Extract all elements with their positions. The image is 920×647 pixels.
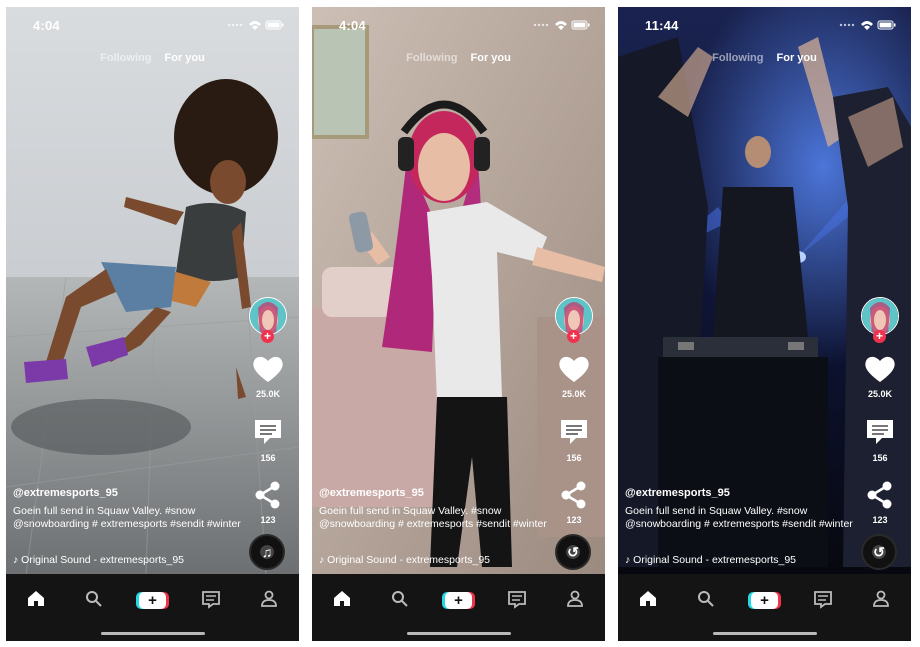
search-icon[interactable] bbox=[81, 586, 107, 612]
comment-count: 156 bbox=[260, 453, 276, 463]
bottom-tab-bar: + bbox=[6, 574, 299, 641]
status-bar: 4:04 bbox=[6, 7, 299, 43]
status-bar: 11:44 bbox=[618, 7, 911, 43]
music-note-icon: ♪ bbox=[319, 554, 325, 566]
comment-icon bbox=[255, 420, 281, 444]
comment-count: 156 bbox=[566, 453, 582, 463]
music-note-icon: ♪ bbox=[13, 554, 19, 566]
comment-icon bbox=[867, 420, 893, 444]
like-count: 25.0K bbox=[561, 389, 587, 399]
share-icon bbox=[561, 481, 586, 509]
like-button[interactable]: 25.0K bbox=[247, 355, 289, 399]
like-button[interactable]: 25.0K bbox=[859, 355, 901, 399]
status-bar: 4:04 bbox=[312, 7, 605, 43]
sound-name: Original Sound - extremesports_95 bbox=[327, 554, 491, 566]
follow-plus-icon[interactable]: + bbox=[873, 330, 886, 343]
profile-icon[interactable] bbox=[868, 586, 894, 612]
phone-screen-3: 11:44 Following For you + 25.0K 156 123 … bbox=[618, 7, 911, 641]
search-icon[interactable] bbox=[693, 586, 719, 612]
sound-row[interactable]: ♪ Original Sound - extremesports_95 bbox=[625, 554, 796, 566]
inbox-icon[interactable] bbox=[504, 586, 530, 612]
sound-name: Original Sound - extremesports_95 bbox=[21, 554, 185, 566]
profile-icon[interactable] bbox=[256, 586, 282, 612]
follow-plus-icon[interactable]: + bbox=[261, 330, 274, 343]
status-time: 4:04 bbox=[33, 18, 60, 33]
tab-following[interactable]: Following bbox=[406, 52, 457, 64]
share-count: 123 bbox=[566, 515, 582, 525]
comment-icon bbox=[561, 420, 587, 444]
bottom-tab-bar: + bbox=[618, 574, 911, 641]
status-icons bbox=[839, 20, 896, 30]
music-disc-icon[interactable]: ↺ bbox=[861, 534, 897, 570]
tab-following[interactable]: Following bbox=[100, 52, 151, 64]
status-time: 4:04 bbox=[339, 18, 366, 33]
comment-button[interactable]: 156 bbox=[859, 417, 901, 463]
create-icon[interactable]: + bbox=[445, 592, 472, 609]
profile-icon[interactable] bbox=[562, 586, 588, 612]
share-button[interactable]: 123 bbox=[553, 481, 595, 525]
post-username[interactable]: @extremesports_95 bbox=[319, 487, 549, 500]
home-indicator bbox=[407, 632, 511, 635]
post-username[interactable]: @extremesports_95 bbox=[625, 487, 855, 500]
like-count: 25.0K bbox=[255, 389, 281, 399]
heart-icon bbox=[253, 356, 283, 382]
home-icon[interactable] bbox=[329, 586, 355, 612]
post-caption: Goein full send in Squaw Valley. #snow @… bbox=[13, 505, 241, 530]
heart-icon bbox=[559, 356, 589, 382]
music-note-icon: ♪ bbox=[625, 554, 631, 566]
create-icon[interactable]: + bbox=[139, 592, 166, 609]
post-caption: Goein full send in Squaw Valley. #snow @… bbox=[319, 505, 547, 530]
sound-row[interactable]: ♪ Original Sound - extremesports_95 bbox=[319, 554, 490, 566]
share-count: 123 bbox=[872, 515, 888, 525]
comment-button[interactable]: 156 bbox=[553, 417, 595, 463]
post-caption: Goein full send in Squaw Valley. #snow @… bbox=[625, 505, 853, 530]
sound-name: Original Sound - extremesports_95 bbox=[633, 554, 797, 566]
create-icon[interactable]: + bbox=[751, 592, 778, 609]
post-caption-block: @extremesports_95 Goein full send in Squ… bbox=[13, 487, 243, 531]
post-caption-block: @extremesports_95 Goein full send in Squ… bbox=[625, 487, 855, 531]
share-count: 123 bbox=[260, 515, 276, 525]
home-indicator bbox=[101, 632, 205, 635]
home-indicator bbox=[713, 632, 817, 635]
follow-plus-icon[interactable]: + bbox=[567, 330, 580, 343]
status-time: 11:44 bbox=[645, 18, 679, 33]
music-disc-icon[interactable]: ♫ bbox=[249, 534, 285, 570]
feed-tabs: Following For you bbox=[618, 52, 911, 64]
search-icon[interactable] bbox=[387, 586, 413, 612]
post-caption-block: @extremesports_95 Goein full send in Squ… bbox=[319, 487, 549, 531]
heart-icon bbox=[865, 356, 895, 382]
status-icons bbox=[533, 20, 590, 30]
inbox-icon[interactable] bbox=[810, 586, 836, 612]
post-username[interactable]: @extremesports_95 bbox=[13, 487, 243, 500]
bottom-tab-bar: + bbox=[312, 574, 605, 641]
share-button[interactable]: 123 bbox=[859, 481, 901, 525]
home-icon[interactable] bbox=[635, 586, 661, 612]
tab-for-you[interactable]: For you bbox=[471, 52, 511, 64]
inbox-icon[interactable] bbox=[198, 586, 224, 612]
phone-screen-1: 4:04 Following For you + 25.0K 156 123 @… bbox=[6, 7, 299, 641]
music-disc-icon[interactable]: ↺ bbox=[555, 534, 591, 570]
status-icons bbox=[227, 20, 284, 30]
phone-screen-2: 4:04 Following For you + 25.0K 156 123 @… bbox=[312, 7, 605, 641]
tab-for-you[interactable]: For you bbox=[777, 52, 817, 64]
share-icon bbox=[867, 481, 892, 509]
comment-button[interactable]: 156 bbox=[247, 417, 289, 463]
comment-count: 156 bbox=[872, 453, 888, 463]
share-button[interactable]: 123 bbox=[247, 481, 289, 525]
sound-row[interactable]: ♪ Original Sound - extremesports_95 bbox=[13, 554, 184, 566]
tab-for-you[interactable]: For you bbox=[165, 52, 205, 64]
home-icon[interactable] bbox=[23, 586, 49, 612]
feed-tabs: Following For you bbox=[6, 52, 299, 64]
like-button[interactable]: 25.0K bbox=[553, 355, 595, 399]
tab-following[interactable]: Following bbox=[712, 52, 763, 64]
like-count: 25.0K bbox=[867, 389, 893, 399]
feed-tabs: Following For you bbox=[312, 52, 605, 64]
share-icon bbox=[255, 481, 280, 509]
